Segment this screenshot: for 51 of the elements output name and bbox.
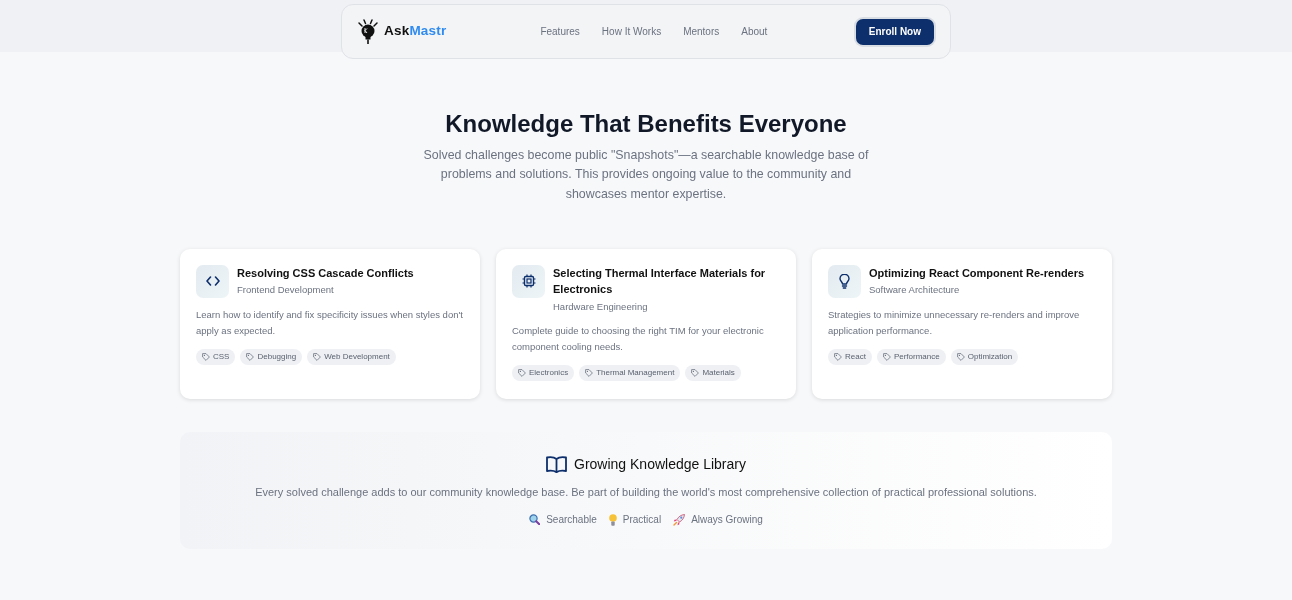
snapshot-title: Resolving CSS Cascade Conflicts <box>237 265 414 281</box>
feature-label: Searchable <box>546 513 597 528</box>
enroll-button[interactable]: Enroll Now <box>855 18 934 45</box>
tag-chip: Performance <box>876 348 946 365</box>
nav-link[interactable]: About <box>741 24 768 39</box>
tag-chip: Web Development <box>307 348 396 365</box>
tag-icon <box>246 352 255 361</box>
snapshot-description: Learn how to identify and fix specificity issues when styles don't apply as expected. <box>196 307 464 338</box>
lightbulb-icon <box>828 264 861 298</box>
snapshot-title: Optimizing React Component Re-renders <box>869 265 1085 281</box>
rocket-icon <box>673 513 686 526</box>
snapshot-description: Complete guide to choosing the right TIM for your electronic component cooling needs. <box>512 324 765 355</box>
snapshot-card[interactable] <box>496 248 796 399</box>
snapshot-category: Frontend Development <box>237 283 335 298</box>
tag-icon <box>202 352 210 361</box>
tag-chip: Optimization <box>950 348 1019 365</box>
tag-icon <box>882 352 891 361</box>
hero-subtitle: Solved challenges become public "Snapshots"—a searchable knowledge base of problems and solutions. This provides ongoing value to the community and showcases mentor expertise. <box>422 147 870 203</box>
book-icon <box>546 455 567 473</box>
code-icon <box>196 264 229 298</box>
tag-chip: Thermal Management <box>579 365 681 382</box>
snapshot-description: Strategies to minimize unnecessary re-renders and improve application performance. <box>828 307 1081 338</box>
tag-chip: React <box>828 348 872 365</box>
lightbulb-icon <box>608 513 617 526</box>
library-title: Growing Knowledge Library <box>574 454 746 474</box>
tag-icon <box>691 369 700 378</box>
tag-icon <box>313 352 322 361</box>
magnifier-icon <box>529 514 541 526</box>
tag-icon <box>834 352 842 361</box>
feature-label: Practical <box>622 513 662 528</box>
snapshot-card[interactable]: Optimizing React Component Re-renders Software Architecture Strategies to minimize unnecessary re-renders and improve application performance. React Performance Optimization <box>812 248 1112 399</box>
tag-chip: Debugging <box>240 348 303 365</box>
library-description: Every solved challenge adds to our community knowledge base. Be part of building the world's most comprehensive collection of practical professional solutions. <box>254 484 1038 500</box>
tag-chip: CSS <box>196 348 236 365</box>
brand-name[interactable]: AskMastr <box>384 21 447 42</box>
tag-icon <box>956 352 965 361</box>
tag-icon <box>518 369 526 378</box>
snapshot-card[interactable]: Resolving CSS Cascade Conflicts Frontend Development Learn how to identify and fix specificity issues when styles don't apply as expected. CSS Debugging Web Development <box>180 248 480 399</box>
lightbulb-logo-icon <box>356 18 380 45</box>
tag-icon <box>585 369 594 378</box>
nav-link[interactable]: How It Works <box>601 24 662 39</box>
feature-label: Always Growing <box>691 513 763 528</box>
tag-chip: Materials <box>685 365 741 382</box>
tag-chip: Electronics <box>512 365 575 382</box>
nav-link[interactable]: Mentors <box>683 24 720 39</box>
hero-title: Knowledge That Benefits Everyone <box>444 109 848 138</box>
snapshot-category: Hardware Engineering <box>553 299 649 314</box>
snapshot-title: Selecting Thermal Interface Materials for Electronics <box>553 265 767 298</box>
snapshot-category: Software Architecture <box>869 283 961 298</box>
nav-link[interactable]: Features <box>540 24 580 39</box>
chip-icon <box>512 264 545 298</box>
